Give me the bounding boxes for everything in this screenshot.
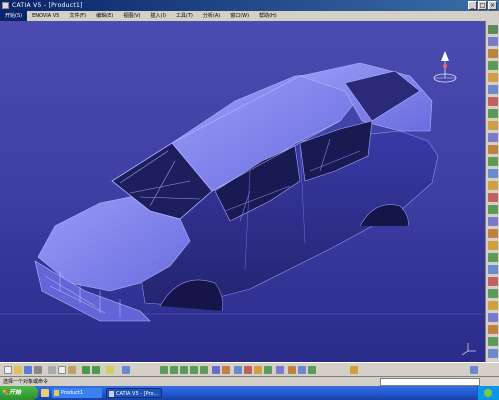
measure-icon[interactable] — [298, 366, 306, 374]
icon-8[interactable] — [488, 109, 498, 118]
start-button[interactable]: 开始 — [0, 386, 38, 400]
command-input[interactable] — [380, 378, 480, 386]
windows-logo-icon — [3, 390, 8, 395]
status-bar: 选择一个对象或命令 — [0, 376, 499, 386]
swap-visible-icon[interactable] — [264, 366, 272, 374]
windows-taskbar: 开始 Product1 CATIA V5 - [Pro... — [0, 386, 499, 400]
icon-5[interactable] — [488, 73, 498, 82]
icon-10[interactable] — [488, 133, 498, 142]
whats-this-icon[interactable] — [106, 366, 114, 374]
icon-27[interactable] — [488, 337, 498, 346]
catia-app-icon[interactable] — [2, 2, 9, 9]
start-label: 开始 — [9, 389, 22, 396]
folder-icon — [54, 390, 59, 396]
pan-icon[interactable] — [170, 366, 178, 374]
hide-show-icon[interactable] — [254, 366, 262, 374]
icon-19[interactable] — [488, 241, 498, 250]
icon-22[interactable] — [488, 277, 498, 286]
icon-25[interactable] — [488, 313, 498, 322]
icon-12[interactable] — [488, 157, 498, 166]
close-button[interactable]: × — [488, 1, 497, 10]
catalog-icon[interactable] — [350, 366, 358, 374]
icon-13[interactable] — [488, 169, 498, 178]
icon-6[interactable] — [488, 85, 498, 94]
cut-icon[interactable] — [48, 366, 56, 374]
icon-2[interactable] — [488, 37, 498, 46]
normal-view-icon[interactable] — [212, 366, 220, 374]
car-model-render — [0, 51, 485, 356]
fit-all-icon[interactable] — [160, 366, 168, 374]
menu-help[interactable]: 帮助(H) — [254, 11, 282, 21]
new-icon[interactable] — [4, 366, 12, 374]
apply-icon[interactable] — [308, 366, 316, 374]
tray-status-icon[interactable] — [484, 389, 492, 397]
task-label: CATIA V5 - [Pro... — [116, 391, 159, 397]
icon-28[interactable] — [488, 349, 498, 358]
zoom-out-icon[interactable] — [200, 366, 208, 374]
menu-start[interactable]: 开始(S) — [0, 11, 28, 21]
menu-edit[interactable]: 编辑(E) — [91, 11, 118, 21]
copy-icon[interactable] — [58, 366, 66, 374]
icon-21[interactable] — [488, 265, 498, 274]
quick-launch-icon[interactable] — [41, 389, 49, 397]
maximize-button[interactable]: □ — [478, 1, 487, 10]
menu-file[interactable]: 文件(F) — [64, 11, 91, 21]
icon-3[interactable] — [488, 49, 498, 58]
compass-icon[interactable] — [433, 51, 457, 83]
icon-11[interactable] — [488, 145, 498, 154]
window-controls: _ □ × — [468, 1, 497, 10]
fly-icon[interactable] — [122, 366, 130, 374]
save-icon[interactable] — [24, 366, 32, 374]
redo-icon[interactable] — [92, 366, 100, 374]
multi-view-icon[interactable] — [222, 366, 230, 374]
menu-bar: 开始(S) ENOVIA V5 文件(F) 编辑(E) 视图(V) 插入(I) … — [0, 11, 499, 21]
taskbar-item-folder[interactable]: Product1 — [52, 388, 102, 398]
icon-18[interactable] — [488, 229, 498, 238]
icon-4[interactable] — [488, 61, 498, 70]
sheet-icon[interactable] — [276, 366, 284, 374]
icon-15[interactable] — [488, 193, 498, 202]
right-toolbar — [485, 21, 499, 362]
print-icon[interactable] — [34, 366, 42, 374]
icon-24[interactable] — [488, 301, 498, 310]
compass-toggle-icon[interactable] — [470, 366, 478, 374]
icon-26[interactable] — [488, 325, 498, 334]
menu-insert[interactable]: 插入(I) — [146, 11, 171, 21]
icon-20[interactable] — [488, 253, 498, 262]
catia-icon — [109, 391, 114, 397]
icon-1[interactable] — [488, 25, 498, 34]
menu-window[interactable]: 窗口(W) — [225, 11, 254, 21]
menu-view[interactable]: 视图(V) — [118, 11, 145, 21]
minimize-button[interactable]: _ — [468, 1, 477, 10]
zoom-in-icon[interactable] — [190, 366, 198, 374]
icon-9[interactable] — [488, 121, 498, 130]
paste-icon[interactable] — [68, 366, 76, 374]
rotate-icon[interactable] — [180, 366, 188, 374]
material-icon[interactable] — [288, 366, 296, 374]
icon-17[interactable] — [488, 217, 498, 226]
icon-16[interactable] — [488, 205, 498, 214]
icon-23[interactable] — [488, 289, 498, 298]
title-bar: CATIA V5 - [Product1] _ □ × — [0, 0, 499, 11]
task-label: Product1 — [61, 390, 84, 396]
system-tray — [477, 386, 499, 400]
taskbar-item-catia[interactable]: CATIA V5 - [Pro... — [106, 388, 162, 398]
iso-view-icon[interactable] — [234, 366, 242, 374]
undo-icon[interactable] — [82, 366, 90, 374]
menu-analyze[interactable]: 分析(A) — [198, 11, 225, 21]
menu-enovia[interactable]: ENOVIA V5 — [27, 11, 64, 21]
3d-viewport[interactable] — [0, 21, 485, 362]
window-title: CATIA V5 - [Product1] — [12, 2, 83, 9]
open-icon[interactable] — [14, 366, 22, 374]
icon-7[interactable] — [488, 97, 498, 106]
bottom-toolbar — [0, 362, 499, 376]
axis-icon — [461, 343, 476, 356]
icon-14[interactable] — [488, 181, 498, 190]
render-style-icon[interactable] — [244, 366, 252, 374]
menu-tools[interactable]: 工具(T) — [171, 11, 198, 21]
